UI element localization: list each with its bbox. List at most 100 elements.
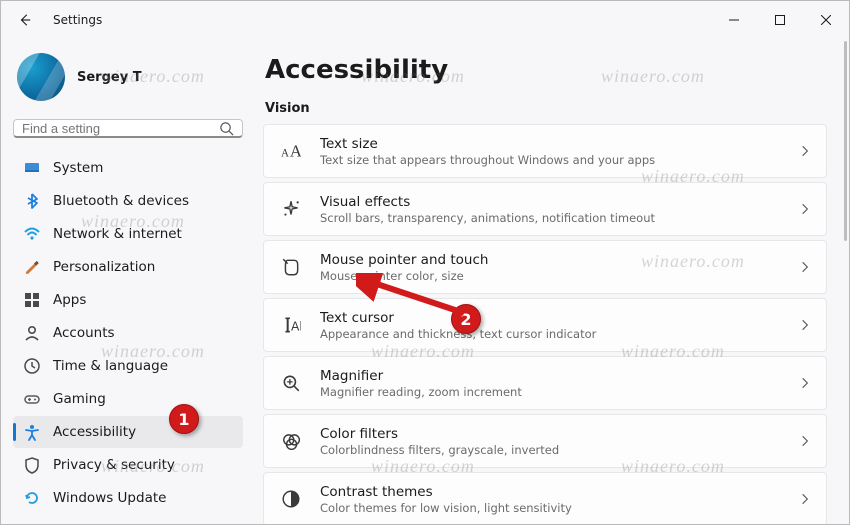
sidebar-item-label: Windows Update: [53, 490, 166, 506]
sidebar-item-label: Apps: [53, 292, 86, 308]
nav-list: System Bluetooth & devices Network & inter…: [13, 152, 243, 514]
sidebar-item-update[interactable]: Windows Update: [13, 482, 243, 514]
chevron-right-icon: [798, 143, 812, 159]
account-block[interactable]: Sergey T: [13, 47, 243, 113]
sidebar-item-label: Accounts: [53, 325, 115, 341]
clock-icon: [23, 357, 41, 375]
settings-list: Text sizeText size that appears througho…: [263, 124, 827, 524]
row-subtitle: Appearance and thickness, text cursor in…: [320, 327, 782, 341]
sidebar-item-label: Privacy & security: [53, 457, 175, 473]
window-title: Settings: [53, 13, 102, 27]
row-title: Visual effects: [320, 194, 782, 210]
search-icon: [219, 121, 234, 136]
row-text: MagnifierMagnifier reading, zoom increme…: [320, 368, 782, 399]
sidebar-item-accessibility[interactable]: Accessibility: [13, 416, 243, 448]
row-title: Contrast themes: [320, 484, 782, 500]
setting-row-mouse[interactable]: Mouse pointer and touchMouse pointer col…: [263, 240, 827, 294]
sidebar-item-person[interactable]: Accounts: [13, 317, 243, 349]
sidebar-item-system[interactable]: System: [13, 152, 243, 184]
sidebar-item-label: Bluetooth & devices: [53, 193, 189, 209]
sidebar-item-label: Network & internet: [53, 226, 182, 242]
apps-icon: [23, 291, 41, 309]
row-text: Text sizeText size that appears througho…: [320, 136, 782, 167]
row-title: Text cursor: [320, 310, 782, 326]
page-title: Accessibility: [265, 55, 827, 85]
row-title: Magnifier: [320, 368, 782, 384]
maximize-icon: [775, 15, 785, 25]
row-text: Text cursorAppearance and thickness, tex…: [320, 310, 782, 341]
wifi-icon: [23, 225, 41, 243]
system-icon: [23, 159, 41, 177]
magnifier-icon: [278, 373, 304, 393]
shield-icon: [23, 456, 41, 474]
chevron-right-icon: [798, 259, 812, 275]
section-label: Vision: [265, 101, 827, 116]
row-subtitle: Magnifier reading, zoom increment: [320, 385, 782, 399]
sidebar-item-label: System: [53, 160, 103, 176]
back-button[interactable]: [11, 6, 39, 34]
chevron-right-icon: [798, 201, 812, 217]
setting-row-colorfilters[interactable]: Color filtersColorblindness filters, gra…: [263, 414, 827, 468]
row-text: Color filtersColorblindness filters, gra…: [320, 426, 782, 457]
sidebar-item-clock[interactable]: Time & language: [13, 350, 243, 382]
row-title: Mouse pointer and touch: [320, 252, 782, 268]
row-text: Mouse pointer and touchMouse pointer col…: [320, 252, 782, 283]
annotation-badge-1: 1: [169, 404, 199, 434]
sidebar: Sergey T System Bluetooth & devices Networ…: [1, 39, 253, 524]
setting-row-contrast[interactable]: Contrast themesColor themes for low visi…: [263, 472, 827, 524]
search-input[interactable]: [22, 121, 219, 136]
minimize-button[interactable]: [711, 5, 757, 35]
textcursor-icon: [278, 315, 304, 335]
arrow-left-icon: [18, 13, 32, 27]
settings-window: Settings Sergey T: [0, 0, 850, 525]
chevron-right-icon: [798, 433, 812, 449]
sidebar-item-shield[interactable]: Privacy & security: [13, 449, 243, 481]
window-controls: [711, 5, 849, 35]
sidebar-item-wifi[interactable]: Network & internet: [13, 218, 243, 250]
row-text: Contrast themesColor themes for low visi…: [320, 484, 782, 515]
brush-icon: [23, 258, 41, 276]
sidebar-item-label: Accessibility: [53, 424, 136, 440]
sidebar-item-label: Gaming: [53, 391, 106, 407]
row-subtitle: Scroll bars, transparency, animations, n…: [320, 211, 782, 225]
scrollbar-thumb[interactable]: [844, 41, 847, 241]
search-box[interactable]: [13, 119, 243, 138]
row-text: Visual effectsScroll bars, transparency,…: [320, 194, 782, 225]
colorfilters-icon: [278, 431, 304, 451]
sparkle-icon: [278, 199, 304, 219]
main-content: Accessibility Vision Text sizeText size …: [253, 39, 849, 524]
chevron-right-icon: [798, 491, 812, 507]
sidebar-item-apps[interactable]: Apps: [13, 284, 243, 316]
close-button[interactable]: [803, 5, 849, 35]
account-name: Sergey T: [77, 70, 142, 85]
setting-row-textcursor[interactable]: Text cursorAppearance and thickness, tex…: [263, 298, 827, 352]
chevron-right-icon: [798, 375, 812, 391]
contrast-icon: [278, 489, 304, 509]
sidebar-item-label: Personalization: [53, 259, 155, 275]
row-subtitle: Colorblindness filters, grayscale, inver…: [320, 443, 782, 457]
maximize-button[interactable]: [757, 5, 803, 35]
row-subtitle: Color themes for low vision, light sensi…: [320, 501, 782, 515]
setting-row-textsize[interactable]: Text sizeText size that appears througho…: [263, 124, 827, 178]
avatar: [17, 53, 65, 101]
annotation-badge-2: 2: [451, 304, 481, 334]
row-subtitle: Text size that appears throughout Window…: [320, 153, 782, 167]
bluetooth-icon: [23, 192, 41, 210]
setting-row-magnifier[interactable]: MagnifierMagnifier reading, zoom increme…: [263, 356, 827, 410]
scrollbar-track[interactable]: [841, 41, 847, 518]
update-icon: [23, 489, 41, 507]
mouse-icon: [278, 257, 304, 277]
close-icon: [821, 15, 831, 25]
minimize-icon: [729, 15, 739, 25]
gamepad-icon: [23, 390, 41, 408]
accessibility-icon: [23, 423, 41, 441]
sidebar-item-label: Time & language: [53, 358, 168, 374]
person-icon: [23, 324, 41, 342]
row-title: Color filters: [320, 426, 782, 442]
sidebar-item-bluetooth[interactable]: Bluetooth & devices: [13, 185, 243, 217]
row-title: Text size: [320, 136, 782, 152]
sidebar-item-brush[interactable]: Personalization: [13, 251, 243, 283]
chevron-right-icon: [798, 317, 812, 333]
setting-row-sparkle[interactable]: Visual effectsScroll bars, transparency,…: [263, 182, 827, 236]
sidebar-item-gamepad[interactable]: Gaming: [13, 383, 243, 415]
